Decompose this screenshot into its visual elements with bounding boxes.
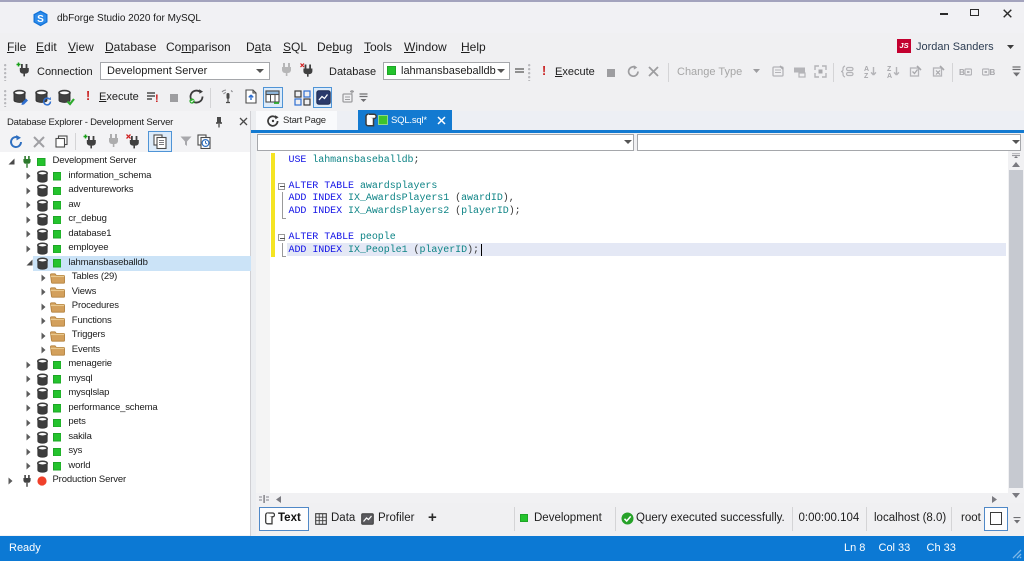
- svg-text:Z: Z: [887, 66, 892, 73]
- svg-text:B: B: [990, 68, 996, 77]
- svg-text:!: !: [155, 93, 159, 104]
- svg-text:A: A: [887, 73, 892, 78]
- svg-text:A: A: [864, 66, 869, 73]
- svg-text:B: B: [959, 68, 965, 77]
- svg-text:Z: Z: [864, 73, 869, 78]
- svg-text:S: S: [37, 14, 44, 25]
